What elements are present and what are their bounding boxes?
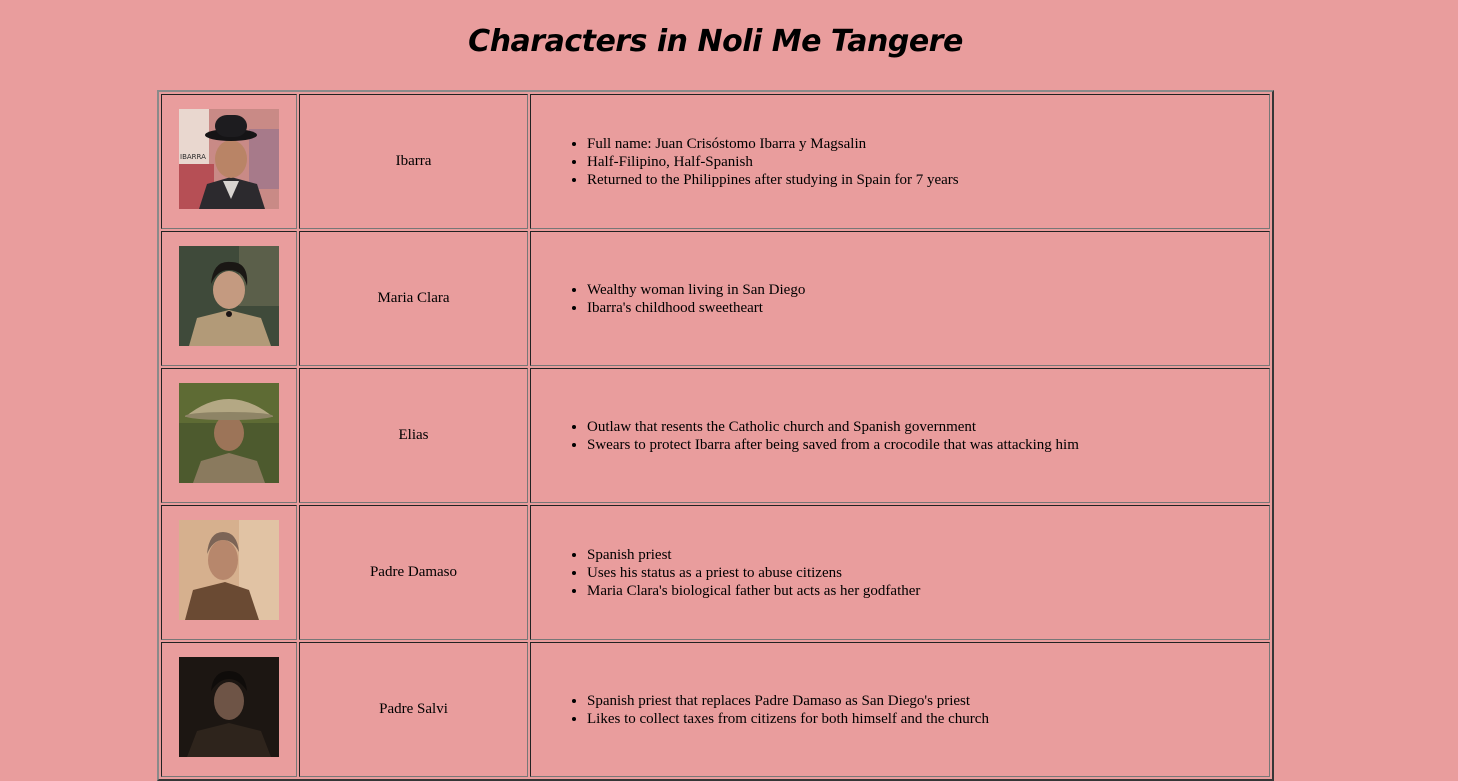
photo-cell: IBARRA <box>161 94 297 229</box>
table-row: Padre Salvi Spanish priest that replaces… <box>161 642 1270 777</box>
list-item: Likes to collect taxes from citizens for… <box>587 710 1269 728</box>
list-item: Wealthy woman living in San Diego <box>587 281 1269 299</box>
padre-damaso-portrait-icon <box>179 520 279 620</box>
photo-cell <box>161 505 297 640</box>
character-details: Spanish priest Uses his status as a prie… <box>530 505 1270 640</box>
character-details: Wealthy woman living in San Diego Ibarra… <box>530 231 1270 366</box>
list-item: Maria Clara's biological father but acts… <box>587 582 1269 600</box>
list-item: Outlaw that resents the Catholic church … <box>587 418 1269 436</box>
ibarra-portrait-icon: IBARRA <box>179 109 279 209</box>
list-item: Returned to the Philippines after studyi… <box>587 171 1269 189</box>
character-name: Padre Salvi <box>299 642 528 777</box>
character-details: Spanish priest that replaces Padre Damas… <box>530 642 1270 777</box>
padre-salvi-portrait-icon <box>179 657 279 757</box>
maria-clara-portrait-icon <box>179 246 279 346</box>
table-row: Elias Outlaw that resents the Catholic c… <box>161 368 1270 503</box>
list-item: Swears to protect Ibarra after being sav… <box>587 436 1269 454</box>
table-row: Maria Clara Wealthy woman living in San … <box>161 231 1270 366</box>
character-name: Ibarra <box>299 94 528 229</box>
photo-watermark-text: IBARRA <box>180 153 206 161</box>
list-item: Full name: Juan Crisóstomo Ibarra y Mags… <box>587 135 1269 153</box>
elias-portrait-icon <box>179 383 279 483</box>
character-name: Padre Damaso <box>299 505 528 640</box>
photo-cell <box>161 231 297 366</box>
list-item: Half-Filipino, Half-Spanish <box>587 153 1269 171</box>
list-item: Spanish priest that replaces Padre Damas… <box>587 692 1269 710</box>
table-row: IBARRA Ibarra Full name: Juan Crisóstomo… <box>161 94 1270 229</box>
character-name: Elias <box>299 368 528 503</box>
characters-table: IBARRA Ibarra Full name: Juan Crisóstomo… <box>157 90 1274 781</box>
character-name: Maria Clara <box>299 231 528 366</box>
photo-cell <box>161 368 297 503</box>
photo-cell <box>161 642 297 777</box>
table-row: Padre Damaso Spanish priest Uses his sta… <box>161 505 1270 640</box>
list-item: Ibarra's childhood sweetheart <box>587 299 1269 317</box>
page-title: Characters in Noli Me Tangere <box>468 24 963 59</box>
character-details: Outlaw that resents the Catholic church … <box>530 368 1270 503</box>
list-item: Spanish priest <box>587 546 1269 564</box>
character-details: Full name: Juan Crisóstomo Ibarra y Mags… <box>530 94 1270 229</box>
list-item: Uses his status as a priest to abuse cit… <box>587 564 1269 582</box>
